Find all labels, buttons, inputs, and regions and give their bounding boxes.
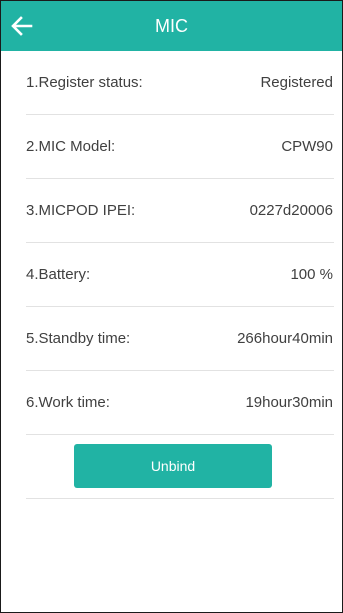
back-button[interactable]: [7, 11, 37, 41]
info-row-battery: 4.Battery: 100 %: [26, 243, 334, 307]
row-value: 0227d20006: [249, 202, 333, 219]
row-value: CPW90: [281, 138, 333, 155]
row-label: 6.Work time:: [26, 394, 110, 411]
arrow-left-icon: [11, 16, 33, 36]
title-bar: MIC: [1, 1, 342, 51]
row-label: 3.MICPOD IPEI:: [26, 202, 136, 219]
row-value: 19hour30min: [245, 394, 333, 411]
info-list: 1.Register status: Registered 2.MIC Mode…: [1, 51, 342, 435]
row-value: 266hour40min: [237, 330, 333, 347]
row-label: 4.Battery:: [26, 266, 91, 283]
info-row-register-status: 1.Register status: Registered: [26, 51, 334, 115]
row-label: 5.Standby time:: [26, 330, 131, 347]
mic-screen: MIC 1.Register status: Registered 2.MIC …: [0, 0, 343, 613]
row-value: Registered: [260, 74, 333, 91]
info-row-micpod-ipei: 3.MICPOD IPEI: 0227d20006: [26, 179, 334, 243]
info-row-standby-time: 5.Standby time: 266hour40min: [26, 307, 334, 371]
row-label: 2.MIC Model:: [26, 138, 116, 155]
unbind-button[interactable]: Unbind: [74, 444, 272, 488]
info-row-mic-model: 2.MIC Model: CPW90: [26, 115, 334, 179]
page-title: MIC: [155, 16, 188, 36]
row-label: 1.Register status:: [26, 74, 143, 91]
action-area: Unbind: [26, 435, 334, 499]
row-value: 100 %: [290, 266, 333, 283]
info-row-work-time: 6.Work time: 19hour30min: [26, 371, 334, 435]
